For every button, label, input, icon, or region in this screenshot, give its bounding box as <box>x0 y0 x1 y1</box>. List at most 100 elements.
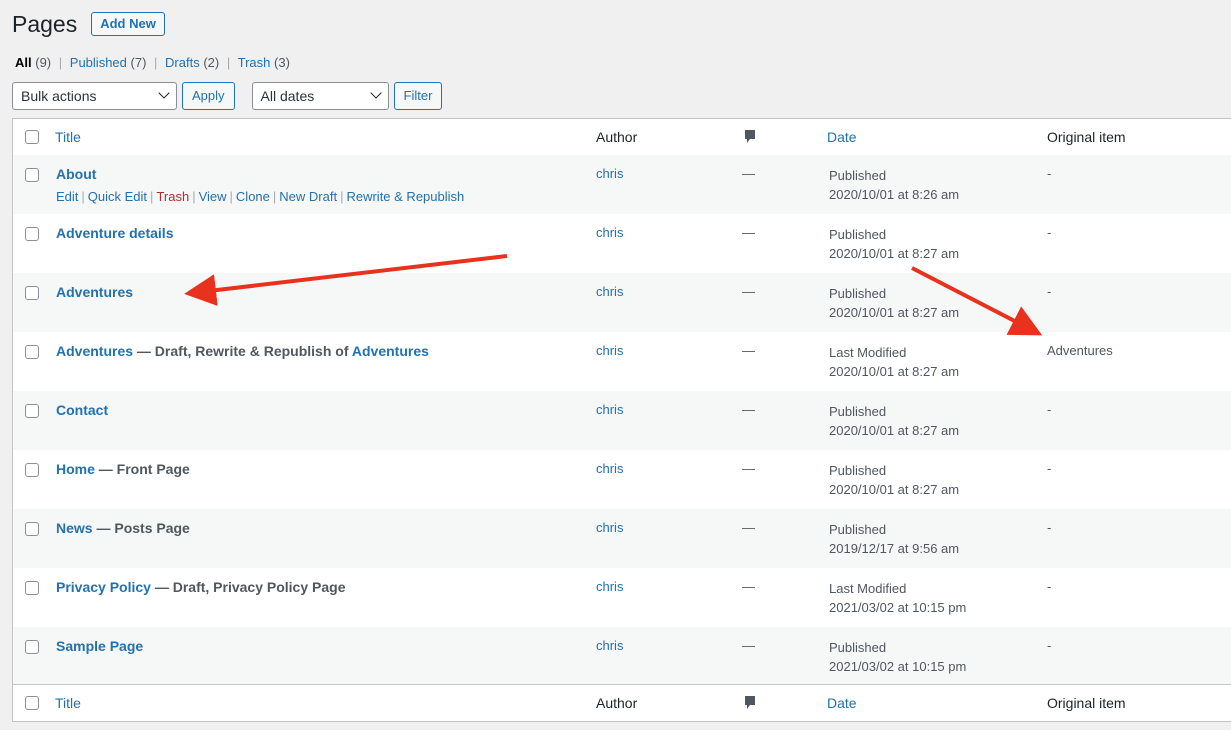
row-author[interactable]: chris <box>596 166 623 181</box>
date-filter-select[interactable]: All dates <box>251 82 389 110</box>
row-original-item: - <box>1047 520 1052 535</box>
row-title-cell: Sample Page <box>56 638 143 654</box>
row-author[interactable]: chris <box>596 225 623 240</box>
row-title-cell: About <box>56 166 96 182</box>
row-title-link[interactable]: Adventure details <box>56 225 173 241</box>
row-action-edit[interactable]: Edit <box>56 189 78 204</box>
column-title-footer[interactable]: Title <box>55 685 81 721</box>
row-title-link[interactable]: News <box>56 520 93 536</box>
row-comments: — <box>742 166 755 181</box>
bulk-actions-label: Bulk actions <box>21 88 97 104</box>
row-comments: — <box>742 284 755 299</box>
table-row: Adventures — Draft, Rewrite & Republish … <box>13 332 1231 391</box>
table-row: Privacy Policy — Draft, Privacy Policy P… <box>13 568 1231 627</box>
row-date-status: Published <box>829 463 887 478</box>
apply-button[interactable]: Apply <box>182 82 235 110</box>
row-title-link[interactable]: Adventures <box>56 343 133 359</box>
table-row: Sample Page chris — Published 2021/03/02 at … <box>13 627 1231 686</box>
row-author[interactable]: chris <box>596 402 623 417</box>
view-filters: All (9) | Published (7) | Drafts (2) | T… <box>15 55 290 70</box>
row-date-value: 2020/10/01 at 8:27 am <box>829 246 960 261</box>
row-action-view[interactable]: View <box>199 189 227 204</box>
page-title: Pages <box>12 11 78 37</box>
row-title-link[interactable]: About <box>56 166 96 182</box>
row-author[interactable]: chris <box>596 343 623 358</box>
row-title-link[interactable]: Privacy Policy <box>56 579 151 595</box>
row-comments: — <box>742 638 755 653</box>
table-row: Adventures chris — Published 2020/10/01 at 8… <box>13 273 1231 332</box>
bulk-actions-select[interactable]: Bulk actions <box>12 82 177 110</box>
row-original-title-link[interactable]: Adventures <box>352 343 429 359</box>
row-comments: — <box>742 343 755 358</box>
select-all-checkbox[interactable] <box>25 130 39 144</box>
table-row: Adventure details chris — Published 2020/10/… <box>13 214 1231 273</box>
row-title-cell: Adventure details <box>56 225 173 241</box>
row-author[interactable]: chris <box>596 461 623 476</box>
row-action-quick-edit[interactable]: Quick Edit <box>88 189 147 204</box>
row-title-link[interactable]: Contact <box>56 402 108 418</box>
date-filter-label: All dates <box>260 88 315 104</box>
row-checkbox[interactable] <box>25 522 39 536</box>
view-all[interactable]: All <box>15 55 32 70</box>
row-checkbox[interactable] <box>25 345 39 359</box>
column-date[interactable]: Date <box>827 119 857 155</box>
column-author: Author <box>596 129 638 145</box>
table-nav: Bulk actions Apply All dates Filter <box>12 82 443 110</box>
row-action-trash[interactable]: Trash <box>156 189 189 204</box>
filter-button[interactable]: Filter <box>393 82 443 110</box>
column-title[interactable]: Title <box>55 119 81 155</box>
row-title-link[interactable]: Adventures <box>56 284 133 300</box>
column-author-footer: Author <box>596 695 638 711</box>
row-title-link[interactable]: Home <box>56 461 95 477</box>
row-comments: — <box>742 520 755 535</box>
column-date-footer[interactable]: Date <box>827 685 857 721</box>
row-action-clone[interactable]: Clone <box>236 189 270 204</box>
row-checkbox[interactable] <box>25 404 39 418</box>
view-all-count: (9) <box>35 55 52 70</box>
select-all-checkbox-footer[interactable] <box>25 696 39 710</box>
row-comments: — <box>742 225 755 240</box>
row-title-cell: News — Posts Page <box>56 520 190 536</box>
row-checkbox[interactable] <box>25 581 39 595</box>
view-trash[interactable]: Trash <box>238 55 271 70</box>
table-row: Contact chris — Published 2020/10/01 at 8:27… <box>13 391 1231 450</box>
row-actions: Edit | Quick Edit | Trash | View | Clone | New Dra… <box>56 189 465 204</box>
row-date-value: 2020/10/01 at 8:27 am <box>829 423 960 438</box>
table-row: News — Posts Page chris — Published 2019/12/… <box>13 509 1231 568</box>
row-title-cell: Contact <box>56 402 108 418</box>
row-date-value: 2021/03/02 at 10:15 pm <box>829 600 967 615</box>
row-author[interactable]: chris <box>596 284 623 299</box>
row-date: Published 2019/12/17 at 9:56 am <box>829 520 959 558</box>
row-date-status: Last Modified <box>829 345 907 360</box>
row-date-status: Published <box>829 286 887 301</box>
row-date: Last Modified 2020/10/01 at 8:27 am <box>829 343 959 381</box>
add-new-button[interactable]: Add New <box>91 12 165 36</box>
row-date-status: Published <box>829 522 887 537</box>
row-date-value: 2019/12/17 at 9:56 am <box>829 541 960 556</box>
row-original-item: - <box>1047 638 1052 653</box>
row-checkbox[interactable] <box>25 640 39 654</box>
comment-bubble-icon <box>744 119 756 155</box>
row-checkbox[interactable] <box>25 286 39 300</box>
row-checkbox[interactable] <box>25 168 39 182</box>
row-author[interactable]: chris <box>596 579 623 594</box>
row-original-item-link[interactable]: Adventures <box>1047 343 1113 358</box>
row-title-state: — Draft, Rewrite & Republish of <box>133 343 352 359</box>
row-original-item: - <box>1047 402 1052 417</box>
row-date-value: 2020/10/01 at 8:27 am <box>829 305 960 320</box>
view-drafts[interactable]: Drafts <box>165 55 200 70</box>
view-published[interactable]: Published <box>70 55 127 70</box>
row-author[interactable]: chris <box>596 520 623 535</box>
row-checkbox[interactable] <box>25 227 39 241</box>
row-title-link[interactable]: Sample Page <box>56 638 143 654</box>
row-title-cell: Home — Front Page <box>56 461 190 477</box>
row-author[interactable]: chris <box>596 638 623 653</box>
column-original-item-footer: Original item <box>1047 695 1126 711</box>
row-action-rewrite-republish[interactable]: Rewrite & Republish <box>346 189 464 204</box>
row-date-value: 2020/10/01 at 8:27 am <box>829 364 960 379</box>
row-title-state: — Front Page <box>94 461 190 477</box>
row-action-new-draft[interactable]: New Draft <box>279 189 337 204</box>
pages-table: Title Author Date Original item About Edi… <box>12 118 1231 722</box>
row-checkbox[interactable] <box>25 463 39 477</box>
row-title-cell: Adventures <box>56 284 133 300</box>
